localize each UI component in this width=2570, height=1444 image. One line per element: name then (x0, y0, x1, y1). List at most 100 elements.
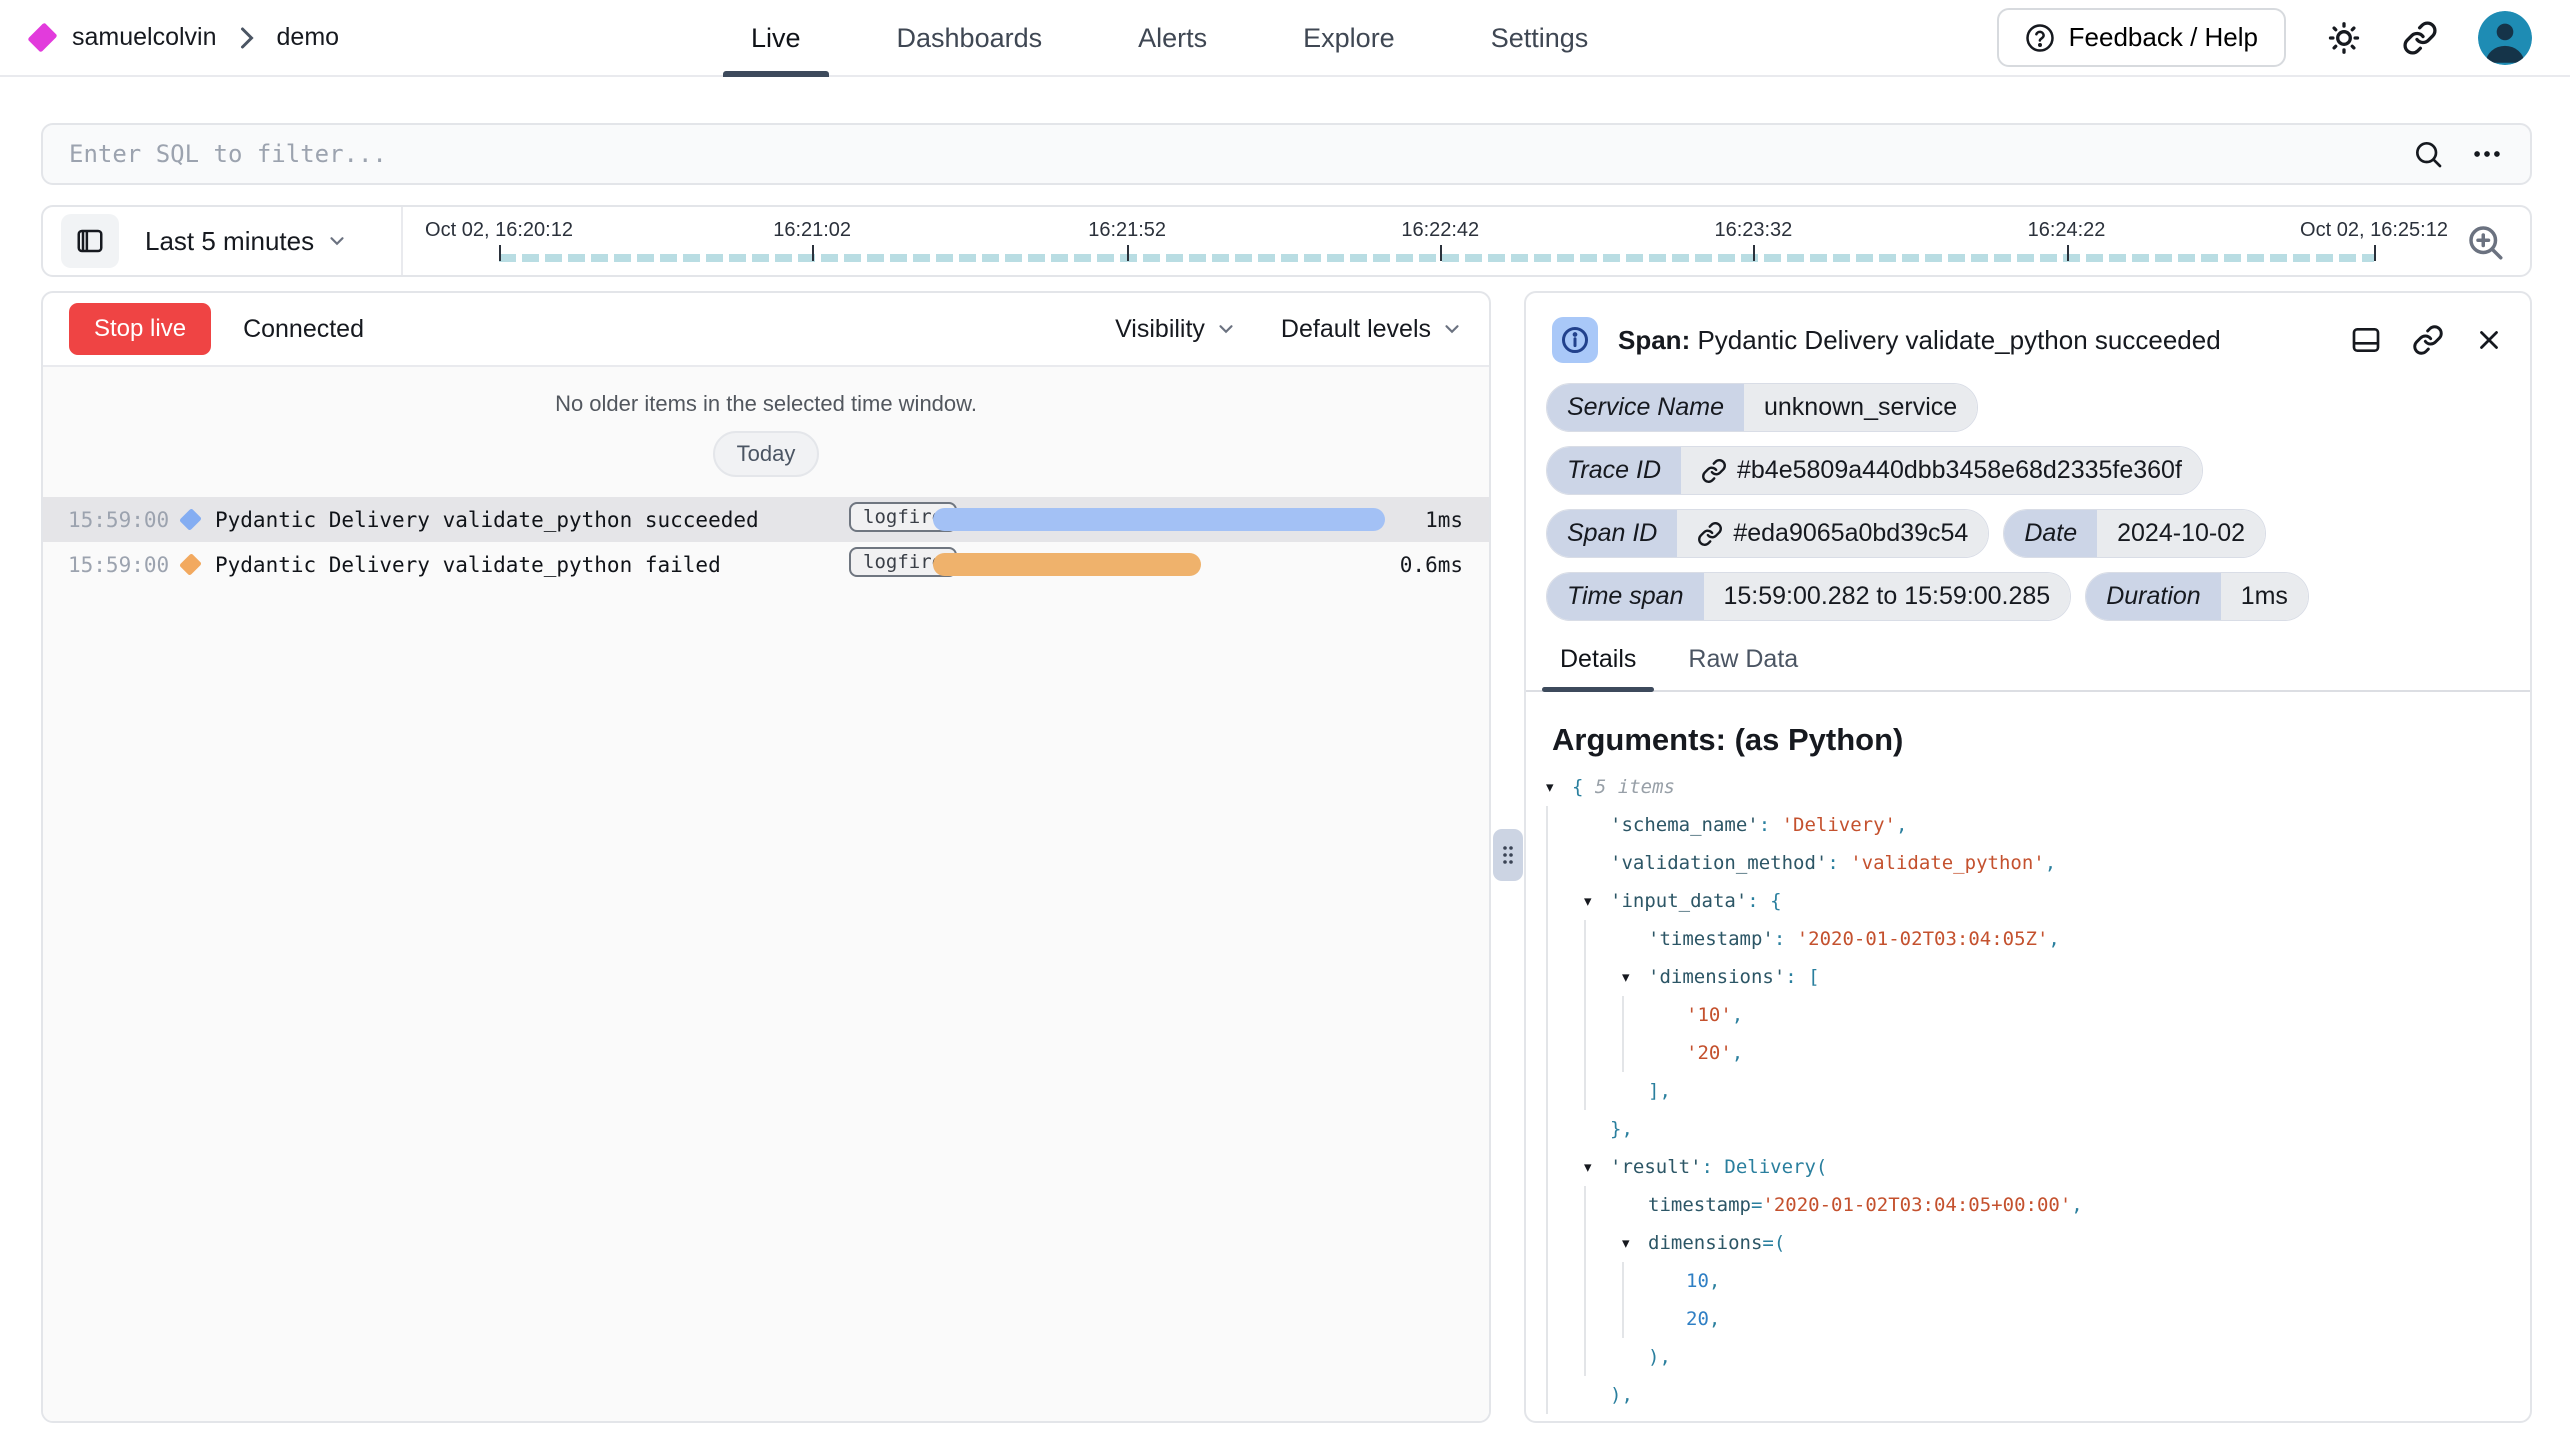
code-line: 'timestamp': '2020-01-02T03:04:05Z', (1546, 920, 2510, 958)
code-token: 'validate_python' (1850, 844, 2044, 882)
log-row[interactable]: 15:59:00Pydantic Delivery validate_pytho… (43, 542, 1489, 587)
collapse-chevron-icon[interactable]: ▾ (1622, 1224, 1648, 1262)
timeline[interactable]: Oct 02, 16:20:1216:21:0216:21:5216:22:42… (403, 207, 2530, 275)
code-token: , (1732, 996, 1743, 1034)
span-detail-panel: Span: Pydantic Delivery validate_python … (1524, 291, 2532, 1423)
visibility-dropdown[interactable]: Visibility (1115, 315, 1237, 344)
code-line: ▾dimensions=( (1546, 1224, 2510, 1262)
sidebar-toggle-button[interactable] (61, 214, 119, 268)
logfire-logo-icon[interactable] (27, 22, 57, 52)
log-message: Pydantic Delivery validate_python succee… (215, 508, 759, 532)
user-avatar[interactable] (2478, 11, 2532, 65)
code-token: 'schema_name' (1610, 806, 1759, 844)
code-token: : (1774, 920, 1797, 958)
log-list-area: No older items in the selected time wind… (43, 367, 1489, 1421)
theme-toggle-button[interactable] (2326, 20, 2362, 56)
span-title-text: Pydantic Delivery validate_python succee… (1697, 325, 2220, 355)
code-token: '2020-01-02T03:04:05Z' (1797, 920, 2049, 958)
timeline-tick-mark (2067, 245, 2069, 261)
breadcrumb: samuelcolvin demo (33, 23, 339, 52)
attribute-value: 15:59:00.282 to 15:59:00.285 (1704, 573, 2071, 620)
code-line: ▾'dimensions': [ (1546, 958, 2510, 996)
breadcrumb-project[interactable]: demo (277, 23, 340, 52)
feedback-help-button[interactable]: Feedback / Help (1997, 8, 2286, 67)
code-token: : (1759, 806, 1782, 844)
breadcrumb-org[interactable]: samuelcolvin (72, 23, 217, 52)
code-token: = (1751, 1186, 1762, 1224)
span-title-prefix: Span: (1618, 325, 1690, 355)
indent-guide (1546, 1338, 1584, 1376)
code-token: Delivery( (1724, 1148, 1827, 1186)
attribute-badge: Span ID#eda9065a0bd39c54 (1546, 509, 1989, 558)
code-token: , (2045, 844, 2056, 882)
more-options-button[interactable] (2470, 137, 2504, 171)
attribute-label: Duration (2086, 573, 2221, 620)
tab-raw-data[interactable]: Raw Data (1680, 645, 1806, 690)
indent-guide (1584, 1034, 1622, 1072)
nav-tab-dashboards[interactable]: Dashboards (891, 0, 1049, 77)
dock-panel-button[interactable] (2350, 324, 2382, 356)
indent-guide (1584, 996, 1622, 1034)
duration-label: 0.6ms (1400, 553, 1463, 577)
link-icon[interactable] (1701, 458, 1727, 484)
zoom-in-button[interactable] (2464, 221, 2506, 263)
tab-details[interactable]: Details (1552, 645, 1644, 690)
nav-tab-live[interactable]: Live (745, 0, 807, 77)
share-link-button[interactable] (2402, 20, 2438, 56)
feedback-help-label: Feedback / Help (2069, 22, 2258, 53)
collapse-chevron-icon[interactable]: ▾ (1546, 768, 1572, 806)
code-token: 20 (1686, 1300, 1709, 1338)
indent-guide (1546, 1224, 1584, 1262)
code-tree: ▾{ 5 items'schema_name': 'Delivery','val… (1526, 764, 2530, 1421)
ellipsis-icon (2470, 137, 2504, 171)
attribute-label: Time span (1547, 573, 1704, 620)
chevron-down-icon (1215, 318, 1237, 340)
log-timestamp: 15:59:00 (68, 508, 169, 532)
attribute-badge: Service Nameunknown_service (1546, 383, 1978, 432)
attribute-badge: Trace ID#b4e5809a440dbb3458e68d2335fe360… (1546, 446, 2203, 495)
empty-state-message: No older items in the selected time wind… (43, 391, 1489, 417)
sql-filter-bar (41, 123, 2532, 185)
indent-guide (1622, 996, 1660, 1034)
code-token: '20' (1686, 1034, 1732, 1072)
timeline-tick-label: 16:24:22 (2028, 219, 2106, 242)
collapse-chevron-icon[interactable]: ▾ (1584, 1148, 1610, 1186)
collapse-chevron-icon[interactable]: ▾ (1622, 958, 1648, 996)
code-token: , (1709, 1262, 1720, 1300)
indent-guide (1546, 1262, 1584, 1300)
code-line: '10', (1546, 996, 2510, 1034)
close-icon (2474, 325, 2504, 355)
code-line: '20', (1546, 1034, 2510, 1072)
sql-filter-input[interactable] (69, 140, 2412, 168)
link-icon[interactable] (1697, 521, 1723, 547)
attribute-badge: Duration1ms (2085, 572, 2309, 621)
code-line: }, (1546, 1110, 2510, 1148)
indent-guide (1584, 1224, 1622, 1262)
nav-tab-settings[interactable]: Settings (1485, 0, 1595, 77)
live-panel-header: Stop live Connected Visibility Default l… (43, 293, 1489, 367)
timeline-tick-mark (2374, 245, 2376, 261)
attribute-value: #b4e5809a440dbb3458e68d2335fe360f (1681, 447, 2202, 494)
timeline-tick-label: 16:22:42 (1401, 219, 1479, 242)
collapse-chevron-icon[interactable]: ▾ (1584, 882, 1610, 920)
span-title: Span: Pydantic Delivery validate_python … (1618, 325, 2221, 356)
code-token: ), (1610, 1376, 1633, 1414)
attribute-badge: Time span15:59:00.282 to 15:59:00.285 (1546, 572, 2071, 621)
stop-live-button[interactable]: Stop live (69, 303, 211, 355)
code-line: ▾'result': Delivery( (1546, 1148, 2510, 1186)
nav-tab-alerts[interactable]: Alerts (1132, 0, 1213, 77)
time-range-dropdown[interactable]: Last 5 minutes (145, 226, 348, 257)
code-line: ▾{ 5 items (1546, 768, 2510, 806)
indent-guide (1622, 1300, 1660, 1338)
copy-link-button[interactable] (2412, 324, 2444, 356)
panel-resize-handle[interactable] (1493, 829, 1523, 881)
log-row[interactable]: 15:59:00 Pydantic Delivery validate_pytho… (43, 497, 1489, 542)
attribute-badge: Date2024-10-02 (2003, 509, 2266, 558)
default-levels-dropdown[interactable]: Default levels (1281, 315, 1463, 344)
search-button[interactable] (2412, 138, 2444, 170)
close-button[interactable] (2474, 325, 2504, 355)
code-token: : (1785, 958, 1808, 996)
nav-tab-explore[interactable]: Explore (1297, 0, 1401, 77)
today-pill: Today (713, 431, 820, 477)
indent-guide (1546, 844, 1584, 882)
